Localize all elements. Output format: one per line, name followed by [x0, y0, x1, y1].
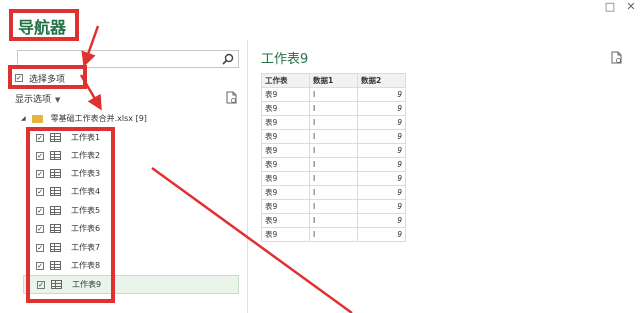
arrow-to-sheet-list [79, 74, 102, 111]
arrow-to-multi-select [81, 25, 100, 68]
arrow-to-preview [151, 166, 353, 313]
annotation-arrows [79, 25, 353, 313]
